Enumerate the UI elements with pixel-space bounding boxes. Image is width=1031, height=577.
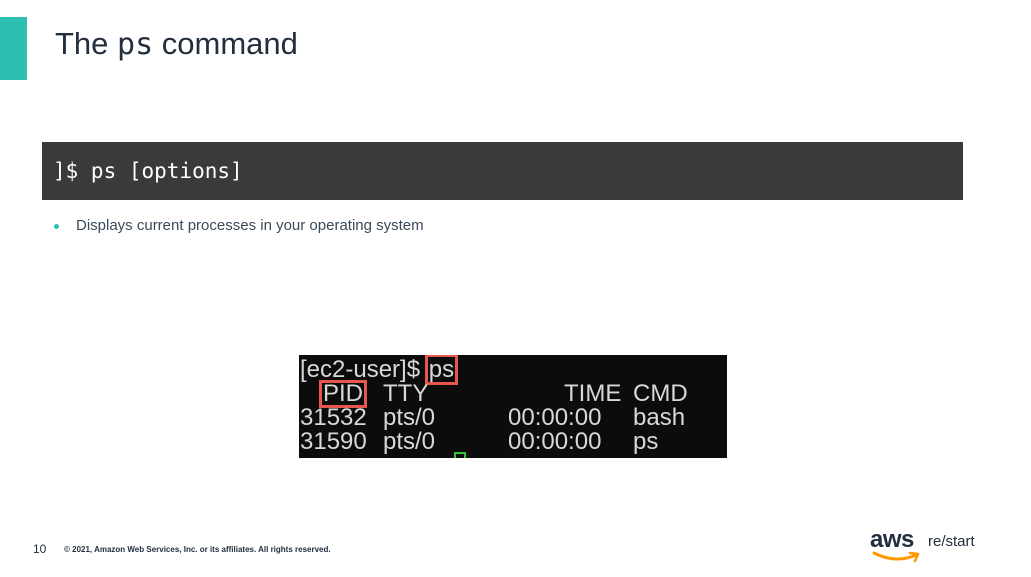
terminal-cell-pid: 31532: [300, 404, 367, 431]
title-prefix: The: [55, 26, 109, 61]
title-code: ps: [117, 27, 154, 62]
bullet-list: Displays current processes in your opera…: [52, 215, 424, 237]
title-suffix: command: [161, 26, 298, 61]
terminal-header-pid: PID: [318, 380, 368, 408]
command-syntax-text: ]$ ps [options]: [53, 159, 243, 183]
slide-title: The ps command: [55, 22, 298, 67]
terminal-command-highlighted: ps: [424, 355, 459, 385]
terminal-cell-cmd: ps: [633, 428, 659, 455]
aws-smile-icon: [872, 551, 920, 563]
aws-logo: aws: [870, 528, 928, 566]
terminal-cell-pid: 31590: [300, 428, 367, 455]
terminal-header-tty: TTY: [383, 380, 429, 407]
page-number: 10: [33, 542, 47, 556]
command-syntax-bar: ]$ ps [options]: [42, 142, 963, 200]
terminal-screenshot: [ec2-user]$ ps PID TTY TIME CMD 31532 pt…: [299, 355, 727, 458]
terminal-cell-time: 00:00:00: [508, 428, 602, 455]
terminal-header-cmd: CMD: [633, 380, 688, 407]
bullet-text: Displays current processes in your opera…: [76, 217, 424, 234]
title-accent-bar: [0, 17, 27, 80]
copyright-notice: © 2021, Amazon Web Services, Inc. or its…: [64, 545, 331, 554]
terminal-prompt-line: [ec2-user]$ ps: [300, 355, 459, 385]
terminal-next-prompt-partial: [300, 452, 727, 458]
terminal-prompt: [ec2-user]$: [300, 356, 427, 383]
terminal-cell-cmd: bash: [633, 404, 686, 431]
bullet-item: Displays current processes in your opera…: [52, 215, 424, 237]
restart-brand-text: re/start: [928, 533, 975, 550]
bullet-dot-icon: [54, 224, 59, 229]
aws-logo-text: aws: [870, 526, 914, 553]
terminal-header-time: TIME: [564, 380, 622, 407]
terminal-cell-tty: pts/0: [383, 428, 436, 455]
terminal-cell-time: 00:00:00: [508, 404, 602, 431]
terminal-cell-tty: pts/0: [383, 404, 436, 431]
terminal-cursor-icon: [454, 452, 466, 458]
